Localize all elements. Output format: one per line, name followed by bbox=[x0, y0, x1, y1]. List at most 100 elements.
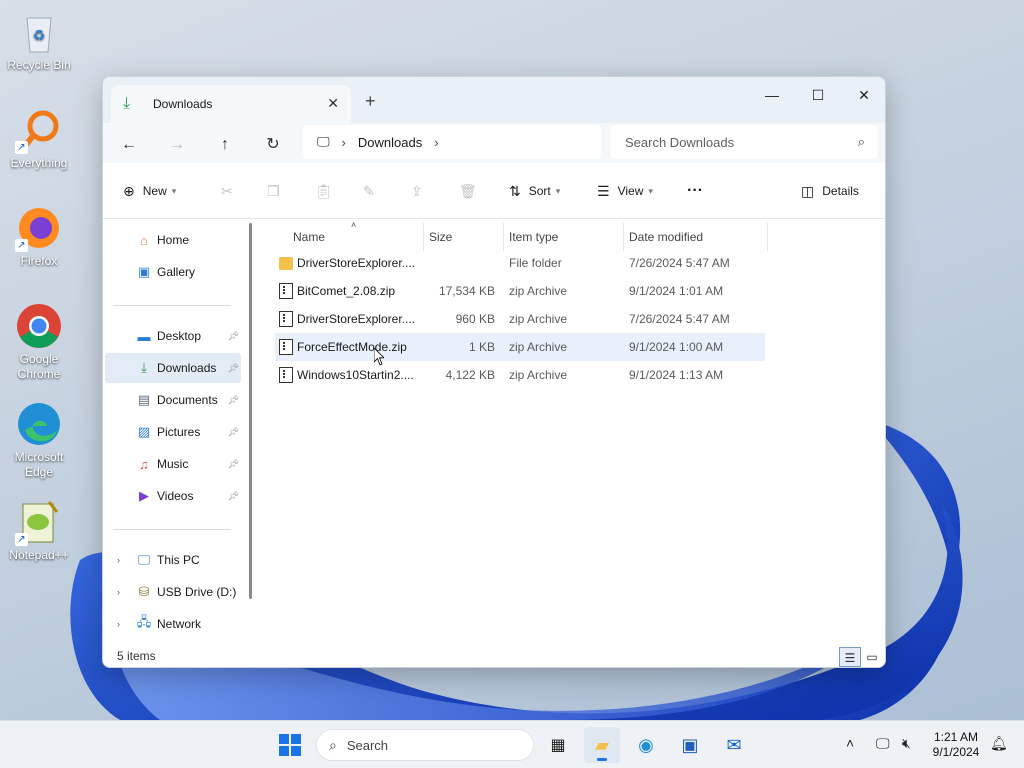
column-divider[interactable] bbox=[623, 223, 624, 251]
file-row[interactable]: DriverStoreExplorer.... 960 KB zip Archi… bbox=[275, 305, 763, 333]
file-explorer-window: ⤓ Downloads ✕ + — ☐ ✕ ← → ↑ ↻ 🖵 › Downlo… bbox=[102, 76, 886, 668]
sidebar-item-desktop[interactable]: ▬ Desktop 📌︎ bbox=[105, 321, 241, 351]
chevron-right-icon[interactable]: › bbox=[434, 135, 438, 150]
recycle-bin-icon: ♻ bbox=[15, 8, 63, 56]
back-button[interactable]: ← bbox=[115, 131, 143, 159]
close-tab-icon[interactable]: ✕ bbox=[327, 95, 339, 112]
maximize-button[interactable]: ☐ bbox=[795, 81, 841, 109]
desktop-icon-edge[interactable]: Microsoft Edge bbox=[4, 400, 74, 480]
file-row[interactable]: BitComet_2.08.zip 17,534 KB zip Archive … bbox=[275, 277, 763, 305]
taskbar-store[interactable]: ▣ bbox=[672, 727, 708, 763]
sidebar-item-pictures[interactable]: ▨ Pictures 📌︎ bbox=[105, 417, 241, 447]
start-button[interactable] bbox=[272, 727, 308, 763]
sidebar-scrollbar[interactable] bbox=[249, 223, 252, 599]
taskbar-edge[interactable]: ◉ bbox=[628, 727, 664, 763]
column-divider[interactable] bbox=[423, 223, 424, 251]
sidebar-item-gallery[interactable]: ▣ Gallery bbox=[105, 257, 241, 287]
title-bar[interactable]: ⤓ Downloads ✕ + — ☐ ✕ bbox=[103, 77, 885, 123]
search-input[interactable]: Search Downloads ⌕ bbox=[611, 125, 877, 159]
show-hidden-icons-chevron-icon[interactable]: ˄ bbox=[846, 735, 854, 751]
view-label: View bbox=[617, 184, 644, 198]
task-view-icon: ▦ bbox=[550, 737, 566, 754]
sidebar-item-documents[interactable]: ▤ Documents 📌︎ bbox=[105, 385, 241, 415]
cut-button[interactable]: ✂ bbox=[221, 177, 241, 205]
copy-button[interactable]: ❐ bbox=[267, 177, 288, 205]
pin-icon: 📌︎ bbox=[227, 490, 239, 501]
breadcrumb-downloads[interactable]: Downloads bbox=[358, 135, 422, 150]
clock[interactable]: 1:21 AM 9/1/2024 bbox=[926, 730, 986, 760]
sidebar-item-this-pc[interactable]: › 🖵 This PC bbox=[105, 545, 241, 575]
new-tab-button[interactable]: + bbox=[365, 91, 376, 112]
file-row[interactable]: DriverStoreExplorer.... File folder 7/26… bbox=[275, 249, 763, 277]
file-list: Name ˄ Size Item type Date modified Driv… bbox=[259, 219, 885, 647]
downloads-icon: ⤓ bbox=[141, 360, 147, 375]
column-header-date[interactable]: Date modified bbox=[629, 223, 703, 251]
desktop-icon-everything[interactable]: ↗ Everything bbox=[4, 106, 74, 171]
sidebar-item-usb-drive[interactable]: › ⛁ USB Drive (D:) bbox=[105, 577, 241, 607]
sidebar-item-label: Pictures bbox=[157, 425, 201, 439]
chevron-right-icon[interactable]: › bbox=[117, 587, 120, 597]
rename-button[interactable]: ✎ bbox=[363, 177, 383, 205]
trash-icon: 🗑︎ bbox=[459, 182, 477, 199]
sidebar-item-music[interactable]: ♫ Music 📌︎ bbox=[105, 449, 241, 479]
desktop-icon-recycle-bin[interactable]: ♻ Recycle Bin bbox=[4, 8, 74, 73]
paste-button[interactable]: 📋︎ bbox=[315, 177, 341, 205]
sort-button[interactable]: ⇅ Sort ▾ bbox=[509, 177, 560, 205]
taskbar-search[interactable]: ⌕ Search bbox=[316, 729, 534, 761]
shortcut-arrow-icon: ↗ bbox=[15, 533, 28, 546]
desktop-icon-notepadpp[interactable]: ↗ Notepad++ bbox=[4, 498, 74, 563]
sidebar-item-downloads[interactable]: ⤓ Downloads 📌︎ bbox=[105, 353, 241, 383]
everything-search-icon: ↗ bbox=[15, 106, 63, 154]
more-options-button[interactable]: ··· bbox=[687, 177, 703, 205]
address-bar[interactable]: 🖵 › Downloads › bbox=[303, 125, 601, 159]
new-button[interactable]: ⊕ New ▾ bbox=[123, 177, 176, 205]
desktop-icon-chrome[interactable]: Google Chrome bbox=[4, 302, 74, 382]
refresh-button[interactable]: ↻ bbox=[259, 131, 287, 159]
desktop-icon-firefox[interactable]: ↗ Firefox bbox=[4, 204, 74, 269]
sidebar-item-home[interactable]: ⌂ Home bbox=[105, 225, 241, 255]
pictures-icon: ▨ bbox=[137, 424, 151, 439]
volume-muted-icon[interactable]: 🔇︎ bbox=[902, 735, 911, 752]
column-divider[interactable] bbox=[503, 223, 504, 251]
network-status-icon[interactable]: 🖵 bbox=[876, 735, 890, 752]
taskbar-outlook[interactable]: ✉ bbox=[716, 727, 752, 763]
this-pc-icon: 🖵 bbox=[317, 134, 330, 149]
delete-button[interactable]: 🗑︎ bbox=[459, 177, 485, 205]
column-header-name[interactable]: Name bbox=[293, 223, 325, 251]
shortcut-arrow-icon: ↗ bbox=[15, 239, 28, 252]
up-button[interactable]: ↑ bbox=[211, 131, 239, 159]
notifications-bell-icon[interactable]: 🔔︎ bbox=[990, 735, 1008, 752]
sidebar-item-videos[interactable]: ▶ Videos 📌︎ bbox=[105, 481, 241, 511]
search-icon: ⌕ bbox=[857, 134, 865, 149]
sidebar-item-network[interactable]: › 🖧 Network bbox=[105, 609, 241, 639]
zip-icon bbox=[279, 311, 293, 327]
file-row[interactable]: ForceEffectMode.zip 1 KB zip Archive 9/1… bbox=[275, 333, 765, 361]
task-view-button[interactable]: ▦ bbox=[540, 727, 576, 763]
edge-icon bbox=[15, 400, 63, 448]
file-row[interactable]: Windows10Startin2.... 4,122 KB zip Archi… bbox=[275, 361, 763, 389]
column-header-type[interactable]: Item type bbox=[509, 223, 558, 251]
details-view-button[interactable]: ☰ bbox=[839, 647, 861, 667]
tiles-view-button[interactable]: ▭ bbox=[861, 647, 883, 667]
view-button[interactable]: ☰ View ▾ bbox=[597, 177, 653, 205]
chevron-right-icon[interactable]: › bbox=[117, 555, 120, 565]
share-button[interactable]: ⇪ bbox=[411, 177, 431, 205]
chevron-right-icon[interactable]: › bbox=[342, 135, 346, 150]
sidebar-item-label: Downloads bbox=[157, 361, 217, 375]
music-icon: ♫ bbox=[139, 456, 149, 472]
minimize-button[interactable]: — bbox=[749, 81, 795, 109]
pin-icon: 📌︎ bbox=[227, 458, 239, 469]
taskbar-file-explorer[interactable]: ▰ bbox=[584, 727, 620, 763]
tab-downloads[interactable]: ⤓ Downloads ✕ bbox=[111, 85, 351, 123]
home-icon: ⌂ bbox=[140, 232, 148, 248]
file-type: zip Archive bbox=[509, 340, 568, 354]
sidebar-divider bbox=[113, 529, 231, 530]
sidebar-item-label: Music bbox=[157, 457, 189, 471]
column-divider[interactable] bbox=[767, 223, 768, 251]
details-pane-button[interactable]: ◫ Details bbox=[801, 177, 859, 205]
forward-button[interactable]: → bbox=[163, 131, 191, 159]
chevron-right-icon[interactable]: › bbox=[117, 619, 120, 629]
close-window-button[interactable]: ✕ bbox=[841, 81, 885, 109]
column-header-size[interactable]: Size bbox=[429, 223, 452, 251]
file-name: ForceEffectMode.zip bbox=[297, 340, 407, 354]
